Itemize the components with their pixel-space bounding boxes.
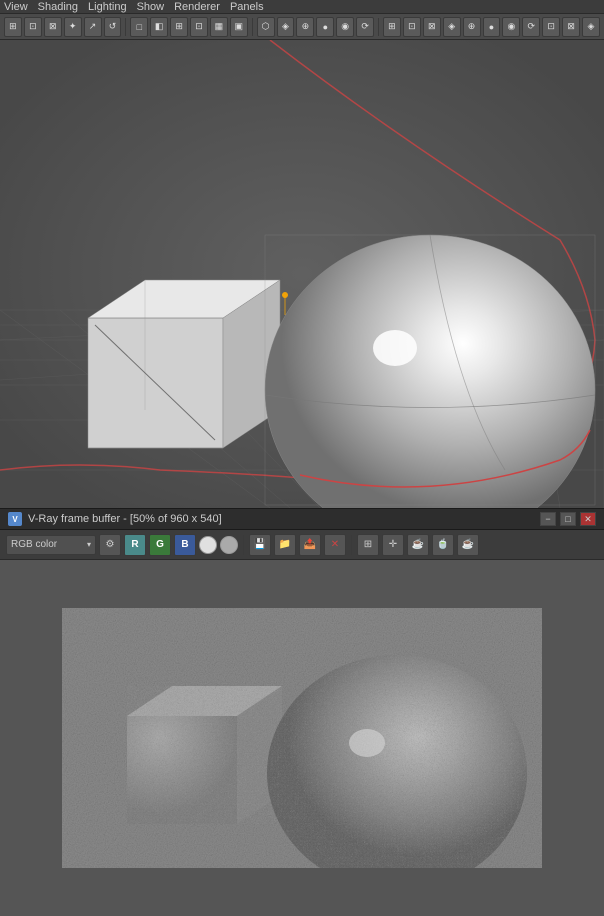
- toolbar-btn-12[interactable]: ▣: [230, 17, 248, 37]
- toolbar-btn-7[interactable]: □: [130, 17, 148, 37]
- tea-button-2[interactable]: ☕: [457, 534, 479, 556]
- toolbar-btn-9[interactable]: ⊞: [170, 17, 188, 37]
- toolbar-btn-18[interactable]: ⟳: [356, 17, 374, 37]
- r-channel-button[interactable]: R: [124, 534, 146, 556]
- window-controls: − □ ✕: [540, 512, 596, 526]
- toolbar-btn-11[interactable]: ▦: [210, 17, 228, 37]
- viewport-3d[interactable]: [0, 40, 604, 508]
- toolbar-btn-15[interactable]: ⊕: [296, 17, 314, 37]
- toolbar-btn-5[interactable]: ↗: [84, 17, 102, 37]
- save-button[interactable]: 💾: [249, 534, 271, 556]
- move-button[interactable]: ✛: [382, 534, 404, 556]
- toolbar-btn-25[interactable]: ◉: [502, 17, 520, 37]
- menu-renderer[interactable]: Renderer: [174, 1, 220, 13]
- color-correct-button[interactable]: ☕: [407, 534, 429, 556]
- toolbar-btn-19[interactable]: ⊞: [383, 17, 401, 37]
- toolbar-btn-1[interactable]: ⊞: [4, 17, 22, 37]
- white-display-button[interactable]: [199, 536, 217, 554]
- toolbar-btn-8[interactable]: ◧: [150, 17, 168, 37]
- channel-label: RGB color: [11, 539, 57, 550]
- toolbar-btn-13[interactable]: ⬡: [257, 17, 275, 37]
- render-image: [62, 608, 542, 868]
- gray-display-button[interactable]: [220, 536, 238, 554]
- menu-lighting[interactable]: Lighting: [88, 1, 127, 13]
- menu-view[interactable]: View: [4, 1, 28, 13]
- framebuffer-titlebar: V V-Ray frame buffer - [50% of 960 x 540…: [0, 508, 604, 530]
- framebuffer-title: V-Ray frame buffer - [50% of 960 x 540]: [28, 513, 540, 525]
- menu-bar: View Shading Lighting Show Renderer Pane…: [0, 0, 604, 14]
- main-toolbar: ⊞ ⊡ ⊠ ✦ ↗ ↺ □ ◧ ⊞ ⊡ ▦ ▣ ⬡ ◈ ⊕ ● ◉ ⟳ ⊞ ⊡ …: [0, 14, 604, 40]
- toolbar-btn-24[interactable]: ●: [483, 17, 501, 37]
- tea-button-1[interactable]: 🍵: [432, 534, 454, 556]
- toolbar-btn-3[interactable]: ⊠: [44, 17, 62, 37]
- b-channel-button[interactable]: B: [174, 534, 196, 556]
- framebuffer-content: [0, 560, 604, 916]
- open-folder-button[interactable]: 📁: [274, 534, 296, 556]
- close-button[interactable]: ✕: [580, 512, 596, 526]
- toolbar-btn-6[interactable]: ↺: [104, 17, 122, 37]
- framebuffer-toolbar: RGB color ▾ ⚙ R G B 💾 📁 📤 ✕ ⊞ ✛ ☕ 🍵 ☕: [0, 530, 604, 560]
- toolbar-btn-20[interactable]: ⊡: [403, 17, 421, 37]
- toolbar-btn-21[interactable]: ⊠: [423, 17, 441, 37]
- settings-button[interactable]: ⚙: [99, 534, 121, 556]
- minimize-button[interactable]: −: [540, 512, 556, 526]
- toolbar-btn-2[interactable]: ⊡: [24, 17, 42, 37]
- toolbar-btn-14[interactable]: ◈: [277, 17, 295, 37]
- menu-show[interactable]: Show: [137, 1, 165, 13]
- stereo-button[interactable]: ⊞: [357, 534, 379, 556]
- toolbar-btn-17[interactable]: ◉: [336, 17, 354, 37]
- toolbar-btn-22[interactable]: ◈: [443, 17, 461, 37]
- toolbar-btn-10[interactable]: ⊡: [190, 17, 208, 37]
- vray-icon: V: [8, 512, 22, 526]
- maximize-button[interactable]: □: [560, 512, 576, 526]
- toolbar-btn-28[interactable]: ⊠: [562, 17, 580, 37]
- render-canvas: [62, 608, 542, 868]
- export-button[interactable]: 📤: [299, 534, 321, 556]
- toolbar-btn-26[interactable]: ⟳: [522, 17, 540, 37]
- channel-dropdown[interactable]: RGB color ▾: [6, 535, 96, 555]
- g-channel-button[interactable]: G: [149, 534, 171, 556]
- toolbar-btn-16[interactable]: ●: [316, 17, 334, 37]
- stop-button[interactable]: ✕: [324, 534, 346, 556]
- fb-separator-2: [351, 535, 352, 555]
- cube-object: [88, 280, 280, 448]
- channel-dropdown-arrow: ▾: [87, 540, 91, 549]
- toolbar-separator-2: [252, 18, 253, 36]
- fb-separator-1: [243, 535, 244, 555]
- toolbar-btn-4[interactable]: ✦: [64, 17, 82, 37]
- menu-shading[interactable]: Shading: [38, 1, 78, 13]
- menu-panels[interactable]: Panels: [230, 1, 264, 13]
- toolbar-btn-27[interactable]: ⊡: [542, 17, 560, 37]
- viewport-canvas: [0, 40, 604, 508]
- toolbar-separator-3: [378, 18, 379, 36]
- toolbar-btn-29[interactable]: ◈: [582, 17, 600, 37]
- toolbar-separator-1: [125, 18, 126, 36]
- toolbar-btn-23[interactable]: ⊕: [463, 17, 481, 37]
